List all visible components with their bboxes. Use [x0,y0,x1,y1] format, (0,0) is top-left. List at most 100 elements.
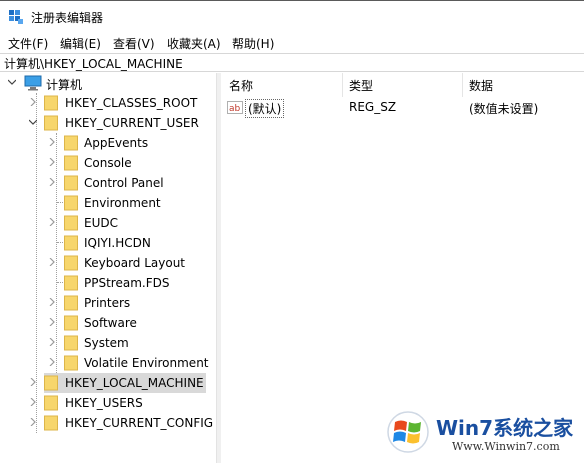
window-title: 注册表编辑器 [31,11,104,25]
tree-label: Console [84,156,132,170]
tree-node-hkey-current-config[interactable]: HKEY_CURRENT_CONFIG [0,413,214,433]
tree-label: System [84,336,129,350]
tree-guide-line [57,242,63,243]
column-divider[interactable] [462,73,463,97]
tree-label: PPStream.FDS [84,276,170,290]
string-value-icon: ab [227,101,243,114]
tree-node-printers[interactable]: Printers [0,293,214,313]
chevron-right-icon[interactable] [29,398,37,406]
folder-icon [44,375,58,391]
tree-label: HKEY_USERS [65,396,143,410]
tree-label: IQIYI.HCDN [84,236,151,250]
column-header-name[interactable]: 名称 [229,77,253,94]
value-name[interactable]: (默认) [245,99,285,118]
menu-view[interactable]: 查看(V) [113,35,155,52]
chevron-down-icon[interactable] [8,78,16,86]
column-header-type[interactable]: 类型 [349,77,373,94]
watermark-url: Www.Winwin7.com [452,440,560,453]
value-data: (数值未设置) [469,102,539,116]
folder-icon [64,195,78,211]
menu-help[interactable]: 帮助(H) [232,35,274,52]
values-list[interactable]: 名称 类型 数据 ab (默认) REG_SZ (数值未设置) [221,73,584,463]
chevron-right-icon[interactable] [48,318,56,326]
windows-logo-icon [387,411,429,453]
tree-node-volatile-environment[interactable]: Volatile Environment [0,353,214,373]
tree-node-iqiyi-hcdn[interactable]: IQIYI.HCDN [0,233,214,253]
chevron-down-icon[interactable] [29,118,37,126]
tree-label: Printers [84,296,131,310]
chevron-right-icon[interactable] [48,258,56,266]
menu-edit[interactable]: 编辑(E) [60,35,101,52]
folder-icon [44,95,58,111]
chevron-right-icon[interactable] [29,378,37,386]
tree-node-hkey-local-machine[interactable]: HKEY_LOCAL_MACHINE [0,373,214,393]
folder-icon [64,295,78,311]
folder-icon [64,335,78,351]
folder-icon [64,155,78,171]
tree-label: Volatile Environment [84,356,209,370]
folder-icon [64,215,78,231]
chevron-right-icon[interactable] [48,298,56,306]
chevron-right-icon[interactable] [48,158,56,166]
tree-label: HKEY_CURRENT_USER [65,116,199,130]
tree-node-hkey-current-user[interactable]: HKEY_CURRENT_USER [0,113,214,133]
address-bar[interactable]: 计算机\HKEY_LOCAL_MACHINE [0,53,584,72]
regedit-icon [9,10,23,24]
column-header-data[interactable]: 数据 [469,77,493,94]
folder-icon [44,395,58,411]
tree-node-keyboard-layout[interactable]: Keyboard Layout [0,253,214,273]
menu-favorites[interactable]: 收藏夹(A) [167,35,221,52]
tree-pane[interactable]: 计算机 HKEY_CLASSES_ROOT HKEY_CURRENT_USER … [0,73,214,463]
tree-node-control-panel[interactable]: Control Panel [0,173,214,193]
svg-text:ab: ab [229,104,241,114]
tree-node-appevents[interactable]: AppEvents [0,133,214,153]
chevron-right-icon[interactable] [29,418,37,426]
tree-label: Keyboard Layout [84,256,186,270]
chevron-right-icon[interactable] [48,338,56,346]
tree-node-ppstream-fds[interactable]: PPStream.FDS [0,273,214,293]
folder-icon [64,255,78,271]
tree-label: HKEY_CLASSES_ROOT [65,96,198,110]
computer-icon [24,75,42,91]
watermark-brand: Win7系统之家 [436,416,574,440]
tree-label: Control Panel [84,176,164,190]
tree-node-computer[interactable]: 计算机 [0,73,214,93]
tree-node-environment[interactable]: Environment [0,193,214,213]
tree-label: 计算机 [46,78,83,92]
address-path[interactable]: 计算机\HKEY_LOCAL_MACHINE [4,55,183,72]
tree-label: Software [84,316,137,330]
tree-label: AppEvents [84,136,149,150]
menu-file[interactable]: 文件(F) [8,35,48,52]
tree-node-console[interactable]: Console [0,153,214,173]
tree-node-eudc[interactable]: EUDC [0,213,214,233]
tree-guide-line [57,202,63,203]
tree-label: Environment [84,196,161,210]
chevron-right-icon[interactable] [29,98,37,106]
folder-icon [44,415,58,431]
tree-label: EUDC [84,216,118,230]
folder-icon [64,135,78,151]
window-border [0,0,584,1]
tree-label: HKEY_LOCAL_MACHINE [65,376,204,390]
folder-icon [64,355,78,371]
folder-icon [64,235,78,251]
folder-icon [64,275,78,291]
chevron-right-icon[interactable] [48,358,56,366]
column-divider[interactable] [342,73,343,97]
tree-node-system[interactable]: System [0,333,214,353]
chevron-right-icon[interactable] [48,138,56,146]
tree-node-hkey-classes-root[interactable]: HKEY_CLASSES_ROOT [0,93,214,113]
title-bar: 注册表编辑器 [0,0,584,32]
chevron-right-icon[interactable] [48,218,56,226]
tree-guide-line [57,282,63,283]
tree-node-software[interactable]: Software [0,313,214,333]
tree-label: HKEY_CURRENT_CONFIG [65,416,214,430]
value-type: REG_SZ [349,100,397,114]
menu-bar: 文件(F) 编辑(E) 查看(V) 收藏夹(A) 帮助(H) [0,32,584,53]
folder-icon [44,115,58,131]
tree-node-hkey-users[interactable]: HKEY_USERS [0,393,214,413]
watermark-logo: Win7系统之家 Www.Winwin7.com [386,408,582,460]
folder-icon [64,315,78,331]
folder-icon [64,175,78,191]
chevron-right-icon[interactable] [48,178,56,186]
